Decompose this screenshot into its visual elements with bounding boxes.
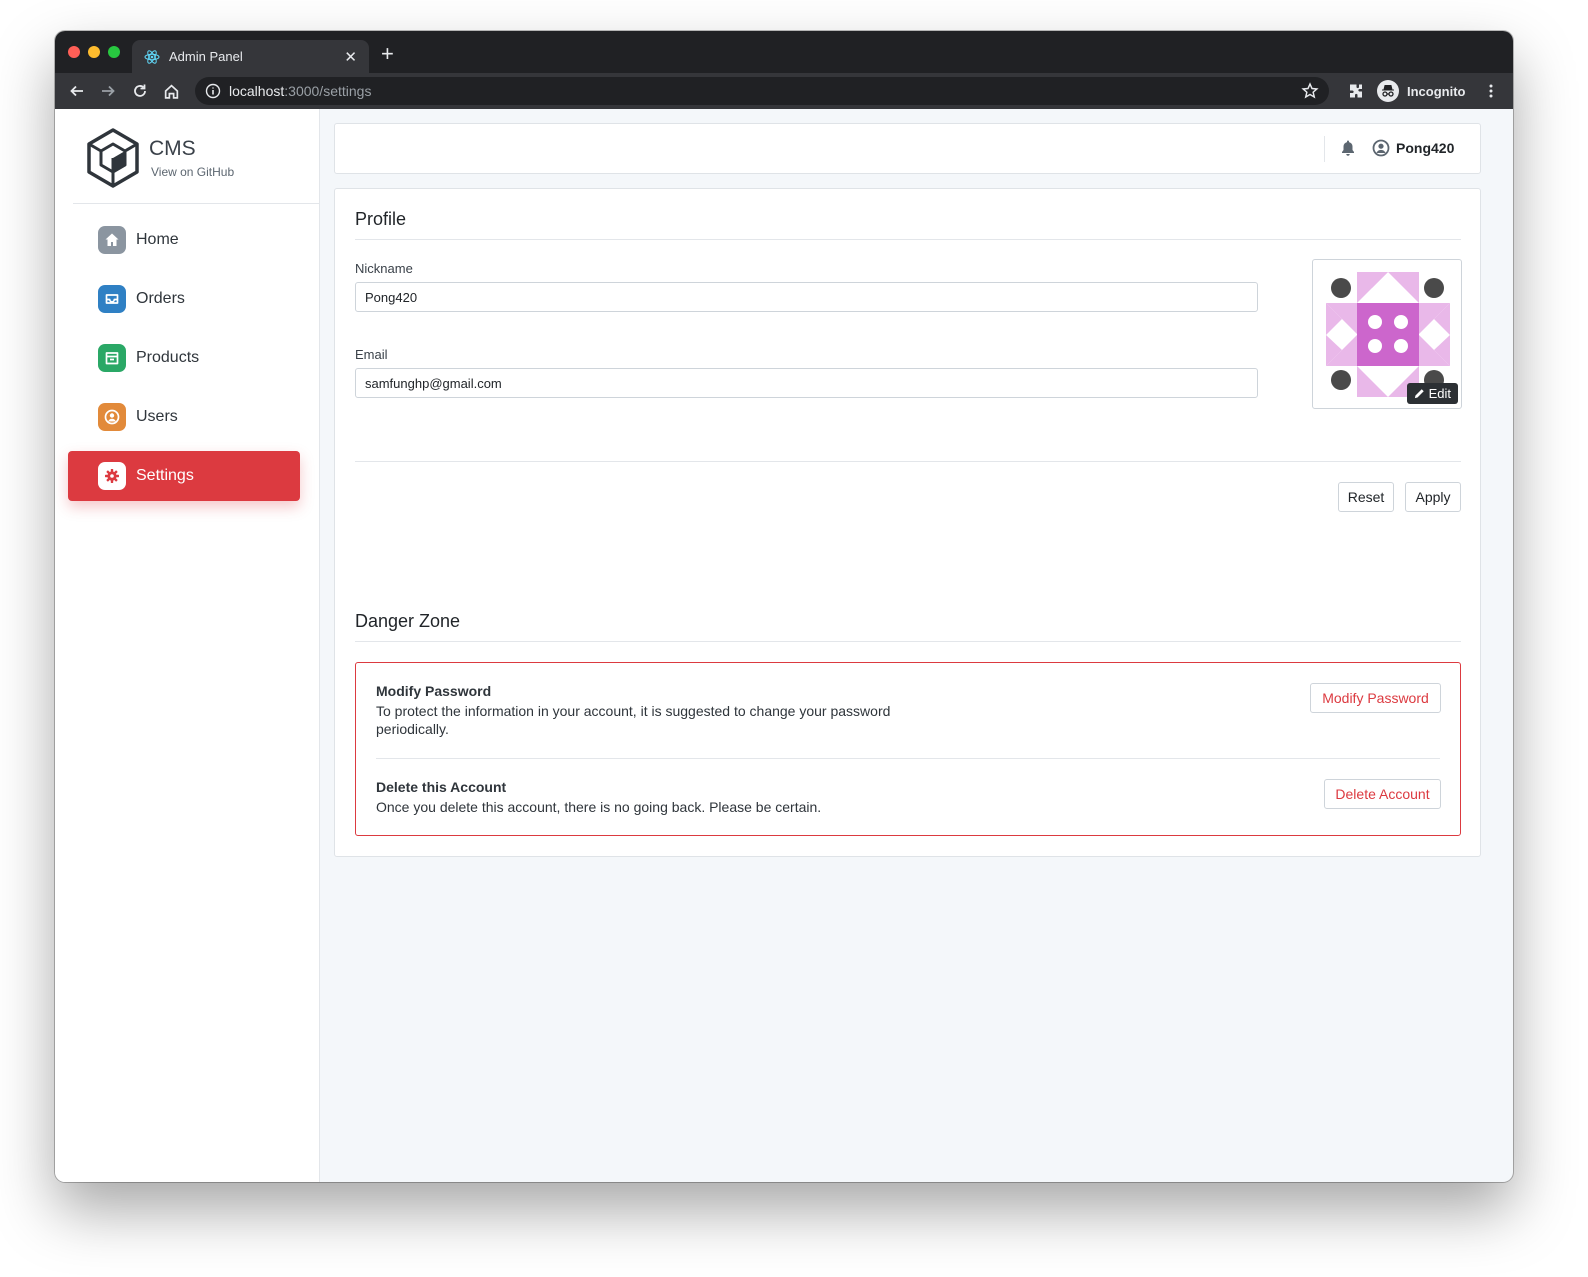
app-root: CMS View on GitHub Home Orders Products … bbox=[55, 109, 1513, 1182]
profile-title: Profile bbox=[355, 209, 407, 229]
settings-card: Profile Nickname Email bbox=[334, 188, 1481, 857]
back-icon[interactable] bbox=[67, 81, 87, 101]
cube-logo-icon bbox=[87, 128, 139, 188]
sidebar-item-orders[interactable]: Orders bbox=[68, 274, 300, 324]
sidebar-item-users[interactable]: Users bbox=[68, 392, 300, 442]
header-divider bbox=[1324, 136, 1325, 162]
nickname-input[interactable] bbox=[355, 282, 1258, 312]
nickname-label: Nickname bbox=[355, 261, 413, 276]
delete-account-button[interactable]: Delete Account bbox=[1324, 779, 1441, 809]
user-icon bbox=[98, 403, 126, 431]
email-input[interactable] bbox=[355, 368, 1258, 398]
brand-name: CMS bbox=[149, 137, 196, 160]
minimize-window-button[interactable] bbox=[88, 46, 100, 58]
sidebar-divider bbox=[73, 203, 320, 204]
close-tab-icon[interactable]: ✕ bbox=[344, 48, 357, 66]
modify-password-title: Modify Password bbox=[376, 683, 492, 699]
incognito-indicator[interactable]: Incognito bbox=[1377, 78, 1466, 104]
username: Pong420 bbox=[1396, 140, 1455, 156]
incognito-icon bbox=[1377, 80, 1399, 102]
sidebar-item-label: Orders bbox=[136, 290, 185, 307]
brand: CMS View on GitHub bbox=[85, 127, 234, 189]
home-icon[interactable] bbox=[161, 81, 181, 101]
store-icon bbox=[98, 344, 126, 372]
danger-zone-title: Danger Zone bbox=[355, 611, 461, 631]
profile-actions-divider bbox=[355, 461, 1461, 462]
maximize-window-button[interactable] bbox=[108, 46, 120, 58]
delete-account-description: Once you delete this account, there is n… bbox=[376, 799, 822, 815]
modify-password-description: To protect the information in your accou… bbox=[376, 703, 891, 737]
avatar-edit-label: Edit bbox=[1428, 386, 1451, 401]
more-menu-icon[interactable] bbox=[1481, 81, 1501, 101]
reload-icon[interactable] bbox=[130, 81, 150, 101]
reset-button[interactable]: Reset bbox=[1338, 482, 1394, 512]
avatar[interactable]: Edit bbox=[1312, 259, 1462, 409]
sidebar-item-products[interactable]: Products bbox=[68, 333, 300, 383]
address-bar[interactable]: localhost:3000/settings bbox=[195, 77, 1329, 105]
sidebar: CMS View on GitHub Home Orders Products … bbox=[55, 109, 320, 1182]
github-link[interactable]: View on GitHub bbox=[151, 165, 234, 179]
url-path: :3000/settings bbox=[284, 83, 372, 99]
gear-icon bbox=[98, 462, 126, 490]
forward-icon[interactable] bbox=[98, 81, 118, 101]
sidebar-nav: Home Orders Products Users Settings bbox=[68, 215, 300, 510]
browser-tab[interactable]: Admin Panel ✕ bbox=[132, 40, 369, 73]
apply-button[interactable]: Apply bbox=[1405, 482, 1461, 512]
react-icon bbox=[144, 49, 160, 65]
bell-icon[interactable] bbox=[1340, 139, 1358, 159]
delete-account-title: Delete this Account bbox=[376, 779, 507, 795]
inbox-icon bbox=[98, 285, 126, 313]
close-window-button[interactable] bbox=[68, 46, 80, 58]
danger-zone-box: Modify Password To protect the informati… bbox=[355, 662, 1461, 836]
danger-zone-separator bbox=[376, 758, 1440, 759]
user-circle-icon bbox=[1372, 139, 1390, 157]
sidebar-item-label: Products bbox=[136, 349, 200, 366]
home-icon bbox=[98, 226, 126, 254]
new-tab-button[interactable]: + bbox=[381, 43, 394, 65]
profile-divider bbox=[355, 239, 1461, 240]
tab-title: Admin Panel bbox=[169, 49, 243, 64]
info-icon[interactable] bbox=[205, 83, 221, 99]
browser-window: Admin Panel ✕ + localhost:3000/settings bbox=[55, 31, 1513, 1182]
sidebar-item-label: Home bbox=[136, 231, 179, 248]
sidebar-item-label: Settings bbox=[136, 467, 194, 484]
danger-zone-divider bbox=[355, 641, 1461, 642]
sidebar-item-label: Users bbox=[136, 408, 178, 425]
top-header: Pong420 bbox=[334, 123, 1481, 174]
pencil-icon bbox=[1414, 388, 1425, 399]
sidebar-item-settings[interactable]: Settings bbox=[68, 451, 300, 501]
avatar-edit-button[interactable]: Edit bbox=[1406, 383, 1458, 404]
tab-strip: Admin Panel ✕ + bbox=[55, 31, 1513, 73]
extensions-icon[interactable] bbox=[1346, 81, 1366, 101]
modify-password-button[interactable]: Modify Password bbox=[1310, 683, 1441, 713]
incognito-label: Incognito bbox=[1407, 83, 1466, 99]
email-label: Email bbox=[355, 347, 388, 362]
sidebar-item-home[interactable]: Home bbox=[68, 215, 300, 265]
browser-toolbar: localhost:3000/settings Incognito bbox=[55, 73, 1513, 109]
url-host: localhost bbox=[229, 83, 285, 99]
bookmark-star-icon[interactable] bbox=[1301, 82, 1319, 100]
user-menu[interactable]: Pong420 bbox=[1372, 139, 1454, 157]
